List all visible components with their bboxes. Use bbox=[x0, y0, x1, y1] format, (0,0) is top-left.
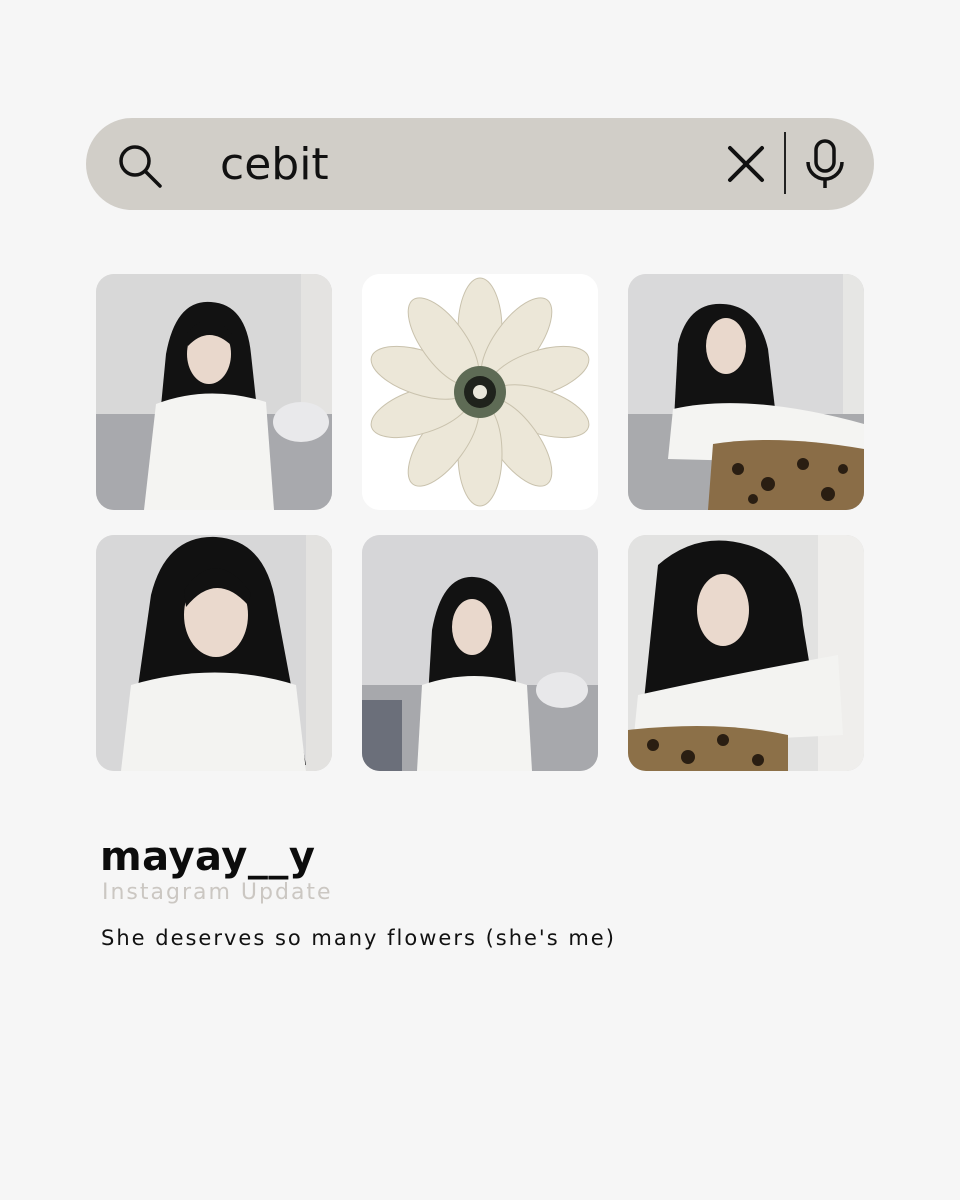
photo-tile[interactable] bbox=[628, 535, 864, 771]
photo-tile[interactable] bbox=[362, 274, 598, 510]
photo-tile[interactable] bbox=[96, 274, 332, 510]
photo-tile[interactable] bbox=[362, 535, 598, 771]
search-icon[interactable] bbox=[116, 142, 164, 190]
search-divider bbox=[784, 132, 786, 194]
photo-image bbox=[96, 274, 332, 510]
close-icon[interactable] bbox=[724, 142, 768, 186]
photo-image bbox=[628, 274, 864, 510]
photo-image bbox=[96, 535, 332, 771]
post-caption: She deserves so many flowers (she's me) bbox=[101, 926, 616, 950]
microphone-icon[interactable] bbox=[804, 138, 846, 190]
search-input[interactable] bbox=[220, 132, 690, 196]
photo-image bbox=[628, 535, 864, 771]
post-subtitle: Instagram Update bbox=[102, 880, 333, 905]
username[interactable]: mayay__y bbox=[100, 834, 315, 880]
photo-tile[interactable] bbox=[96, 535, 332, 771]
photo-image bbox=[362, 535, 598, 771]
photo-tile[interactable] bbox=[628, 274, 864, 510]
flower-image bbox=[362, 274, 598, 510]
